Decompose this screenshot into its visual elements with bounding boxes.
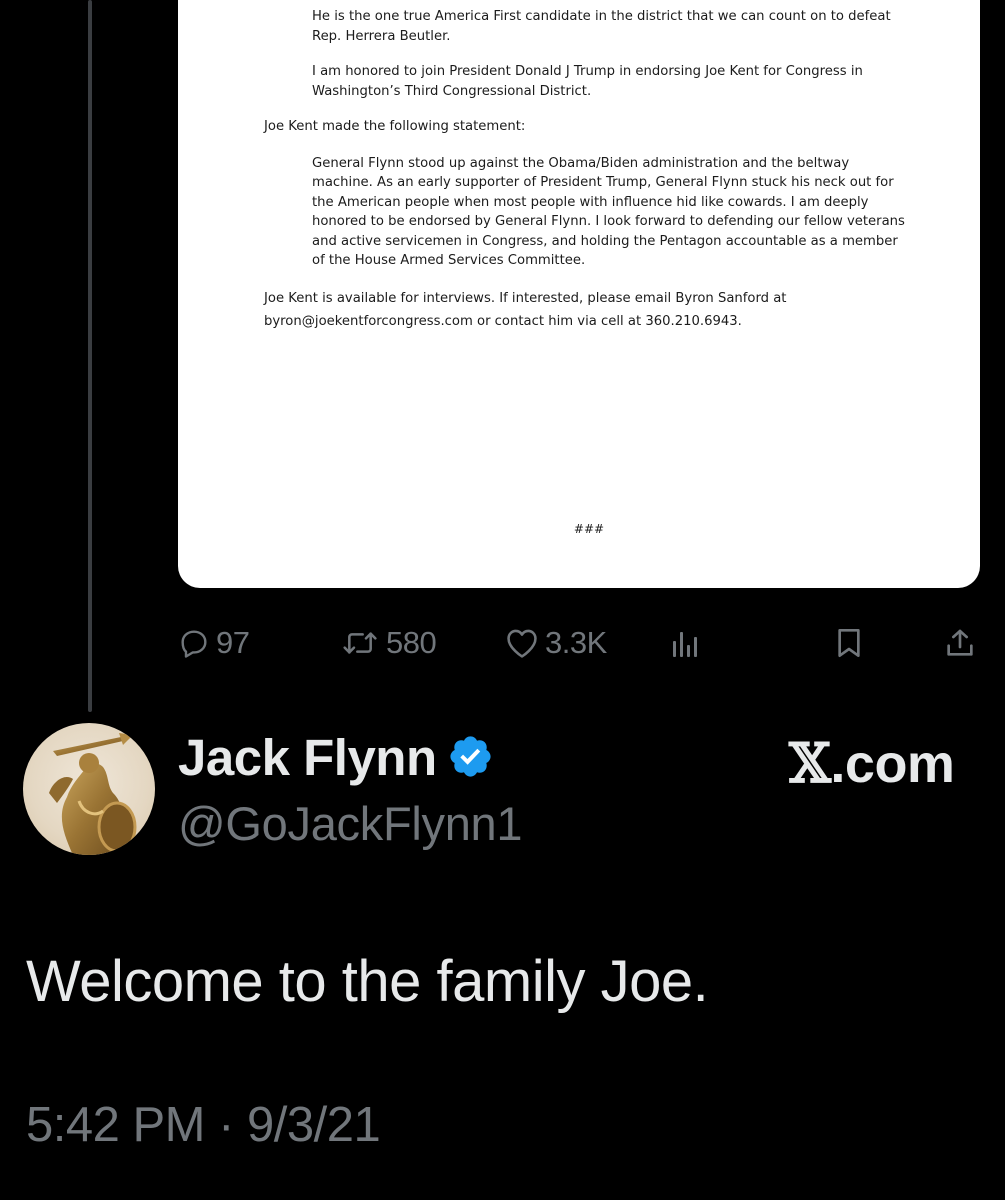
heart-icon xyxy=(505,627,539,659)
views-button[interactable] xyxy=(672,620,700,666)
analytics-icon xyxy=(672,627,700,659)
x-logo-mark: 𝕏 xyxy=(789,731,831,795)
repost-count: 580 xyxy=(386,625,437,660)
press-release-image[interactable]: He is the one true America First candida… xyxy=(178,0,980,588)
reply-count: 97 xyxy=(216,625,250,660)
tweet-action-bar: 97 580 3.3K xyxy=(0,620,1005,666)
repost-button[interactable]: 580 xyxy=(340,620,437,666)
doc-statement-quote: General Flynn stood up against the Obama… xyxy=(312,155,905,269)
share-button[interactable] xyxy=(944,620,976,666)
doc-statement-intro: Joe Kent made the following statement: xyxy=(264,119,526,134)
like-count: 3.3K xyxy=(545,625,607,660)
repost-icon xyxy=(340,627,380,659)
share-icon xyxy=(944,627,976,659)
avatar[interactable] xyxy=(23,723,155,855)
bookmark-button[interactable] xyxy=(834,620,864,666)
x-logo-suffix: .com xyxy=(830,734,955,794)
author-display-name[interactable]: Jack Flynn xyxy=(178,728,437,787)
doc-paragraph-2: I am honored to join President Donald J … xyxy=(312,64,863,99)
press-release-document: He is the one true America First candida… xyxy=(264,7,914,536)
doc-paragraph-1: He is the one true America First candida… xyxy=(312,9,891,44)
bookmark-icon xyxy=(834,627,864,659)
x-logo: 𝕏.com xyxy=(789,731,955,795)
reply-icon xyxy=(178,627,210,659)
verified-badge-icon xyxy=(447,733,494,785)
like-button[interactable]: 3.3K xyxy=(505,620,607,666)
author-handle[interactable]: @GoJackFlynn1 xyxy=(178,796,523,851)
tweet-timestamp[interactable]: 5:42 PM · 9/3/21 xyxy=(26,1097,381,1153)
thread-connector-line xyxy=(88,0,92,712)
doc-end-mark: ### xyxy=(573,522,605,536)
avatar-statue-image xyxy=(49,733,137,855)
tweet-text: Welcome to the family Joe. xyxy=(26,949,709,1014)
doc-contact-info: Joe Kent is available for interviews. If… xyxy=(264,290,787,329)
reply-button[interactable]: 97 xyxy=(178,620,250,666)
